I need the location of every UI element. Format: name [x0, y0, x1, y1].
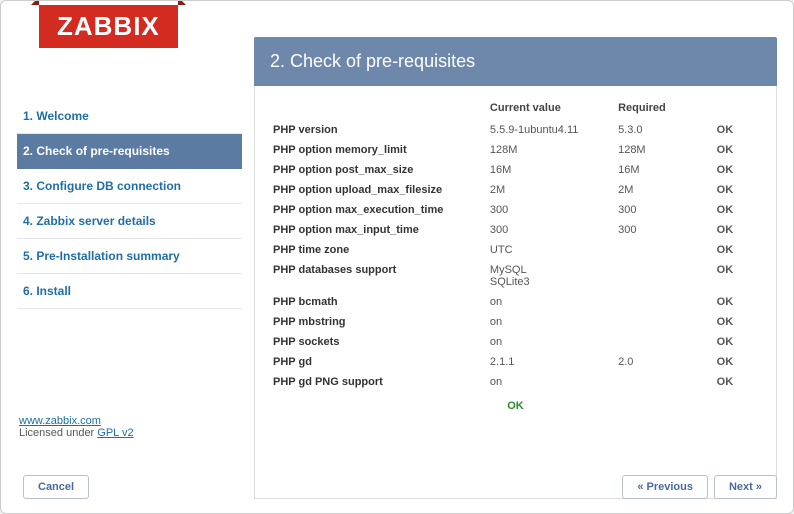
footer: Cancel « Previous Next » [17, 475, 777, 499]
req-name: PHP option post_max_size [269, 160, 486, 180]
req-current: 16M [486, 160, 614, 180]
zabbix-link[interactable]: www.zabbix.com [19, 415, 101, 427]
req-status: OK [713, 372, 762, 392]
req-name: PHP gd PNG support [269, 372, 486, 392]
content-body: Current value Required PHP version5.5.9-… [254, 86, 777, 499]
req-status: OK [713, 240, 762, 260]
req-status: OK [713, 292, 762, 312]
req-current: 2.1.1 [486, 352, 614, 372]
req-required: 2.0 [614, 352, 713, 372]
req-required [614, 372, 713, 392]
req-status: OK [713, 312, 762, 332]
req-required: 300 [614, 220, 713, 240]
req-name: PHP bcmath [269, 292, 486, 312]
req-current: on [486, 312, 614, 332]
req-name: PHP time zone [269, 240, 486, 260]
step-item[interactable]: 4. Zabbix server details [17, 204, 242, 239]
req-required [614, 332, 713, 352]
sidebar: 1. Welcome2. Check of pre-requisites3. C… [17, 37, 242, 499]
req-current: 2M [486, 180, 614, 200]
col-current: Current value [486, 96, 614, 120]
req-status: OK [713, 200, 762, 220]
table-row: PHP gd PNG supporton OK [269, 372, 762, 392]
requirements-table: Current value Required PHP version5.5.9-… [269, 96, 762, 392]
step-item[interactable]: 3. Configure DB connection [17, 169, 242, 204]
req-status: OK [713, 220, 762, 240]
table-row: PHP option max_input_time300300OK [269, 220, 762, 240]
table-row: PHP mbstringon OK [269, 312, 762, 332]
req-status: OK [713, 352, 762, 372]
req-current: 128M [486, 140, 614, 160]
step-item[interactable]: 6. Install [17, 274, 242, 309]
table-row: PHP gd2.1.12.0OK [269, 352, 762, 372]
table-row: PHP option memory_limit128M128MOK [269, 140, 762, 160]
req-current: 300 [486, 220, 614, 240]
table-row: PHP time zoneUTC OK [269, 240, 762, 260]
logo-banner: ZABBIX [39, 5, 178, 48]
req-name: PHP option max_execution_time [269, 200, 486, 220]
req-current: on [486, 292, 614, 312]
cancel-button[interactable]: Cancel [23, 475, 89, 499]
step-item[interactable]: 1. Welcome [17, 99, 242, 134]
previous-button[interactable]: « Previous [622, 475, 708, 499]
req-required [614, 292, 713, 312]
page-title: 2. Check of pre-requisites [254, 37, 777, 86]
table-row: PHP option upload_max_filesize2M2MOK [269, 180, 762, 200]
req-current: UTC [486, 240, 614, 260]
step-item[interactable]: 5. Pre-Installation summary [17, 239, 242, 274]
req-required [614, 260, 713, 292]
req-required: 300 [614, 200, 713, 220]
col-status [713, 96, 762, 120]
license-link[interactable]: GPL v2 [97, 427, 133, 439]
req-current: 300 [486, 200, 614, 220]
req-required: 2M [614, 180, 713, 200]
table-row: PHP option max_execution_time300300OK [269, 200, 762, 220]
table-row: PHP bcmathon OK [269, 292, 762, 312]
overall-status: OK [269, 392, 762, 416]
req-status: OK [713, 120, 762, 140]
req-name: PHP option memory_limit [269, 140, 486, 160]
req-current: on [486, 372, 614, 392]
req-name: PHP sockets [269, 332, 486, 352]
req-name: PHP option max_input_time [269, 220, 486, 240]
col-name [269, 96, 486, 120]
req-name: PHP gd [269, 352, 486, 372]
table-header-row: Current value Required [269, 96, 762, 120]
main-layout: 1. Welcome2. Check of pre-requisites3. C… [1, 1, 793, 513]
req-status: OK [713, 160, 762, 180]
col-required: Required [614, 96, 713, 120]
req-status: OK [713, 180, 762, 200]
req-required: 5.3.0 [614, 120, 713, 140]
content-area: 2. Check of pre-requisites Current value… [254, 37, 777, 499]
req-required [614, 240, 713, 260]
req-current: MySQLSQLite3 [486, 260, 614, 292]
req-name: PHP option upload_max_filesize [269, 180, 486, 200]
steps-list: 1. Welcome2. Check of pre-requisites3. C… [17, 99, 242, 409]
req-status: OK [713, 332, 762, 352]
req-name: PHP version [269, 120, 486, 140]
license-prefix: Licensed under [19, 427, 97, 439]
installer-window: ZABBIX 1. Welcome2. Check of pre-requisi… [0, 0, 794, 514]
req-current: 5.5.9-1ubuntu4.11 [486, 120, 614, 140]
req-required: 16M [614, 160, 713, 180]
req-required [614, 312, 713, 332]
req-status: OK [713, 260, 762, 292]
table-row: PHP socketson OK [269, 332, 762, 352]
table-row: PHP databases supportMySQLSQLite3 OK [269, 260, 762, 292]
req-name: PHP databases support [269, 260, 486, 292]
req-current: on [486, 332, 614, 352]
table-row: PHP version5.5.9-1ubuntu4.115.3.0OK [269, 120, 762, 140]
req-name: PHP mbstring [269, 312, 486, 332]
req-required: 128M [614, 140, 713, 160]
step-item[interactable]: 2. Check of pre-requisites [17, 134, 242, 169]
next-button[interactable]: Next » [714, 475, 777, 499]
req-status: OK [713, 140, 762, 160]
table-row: PHP option post_max_size16M16MOK [269, 160, 762, 180]
